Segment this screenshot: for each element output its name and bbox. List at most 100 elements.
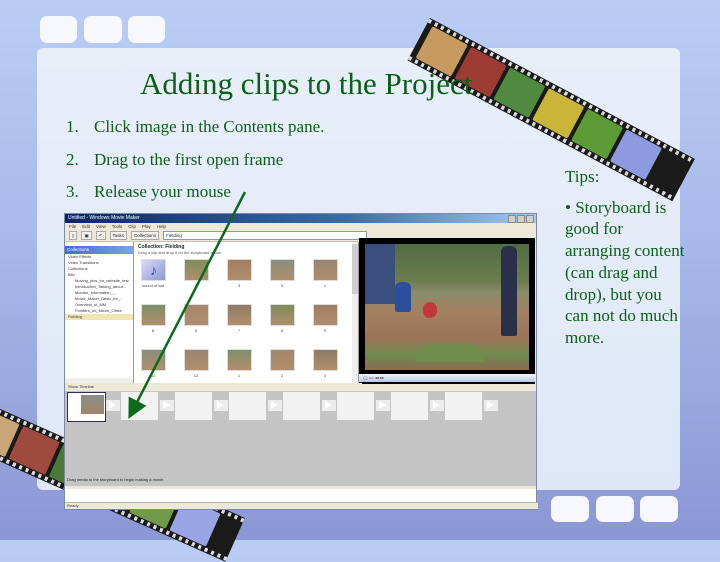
- menu-play[interactable]: Play: [142, 223, 151, 230]
- tips-box: Tips: • Storyboard is good for arranging…: [565, 166, 685, 349]
- contents-subheading: Drag a clip and drop it on the storyboar…: [138, 250, 222, 255]
- contents-pane: Collection: Fielding Drag a clip and dro…: [134, 242, 359, 390]
- clip-thumbnail[interactable]: 3: [263, 256, 306, 301]
- undo-icon[interactable]: ↶: [95, 231, 106, 240]
- collections-heading: Collections: [65, 246, 133, 254]
- decor-square: [551, 496, 589, 522]
- clip-thumbnail[interactable]: 9: [306, 301, 349, 346]
- storyboard-frame-empty[interactable]: [175, 392, 212, 420]
- clip-thumbnail[interactable]: ♪ sound of bat: [134, 256, 177, 301]
- clip-image: [227, 304, 252, 326]
- clip-image: [184, 259, 209, 281]
- new-project-icon[interactable]: ▯: [69, 231, 78, 240]
- preview-fence: [365, 244, 395, 304]
- save-icon[interactable]: ▣: [81, 231, 92, 240]
- storyboard-frame-filled[interactable]: [67, 392, 106, 422]
- clip-thumbnail[interactable]: 2: [177, 256, 220, 301]
- menu-help[interactable]: Help: [157, 223, 166, 230]
- tips-heading: Tips:: [565, 167, 600, 186]
- clip-caption: 3: [280, 283, 284, 288]
- clip-image: [313, 304, 338, 326]
- preview-catcher: [395, 282, 411, 312]
- clip-image: [184, 349, 209, 371]
- clip-image: [141, 349, 166, 371]
- menu-tools[interactable]: Tools: [112, 223, 123, 230]
- storyboard-frame-empty[interactable]: [229, 392, 266, 420]
- clip-thumbnail[interactable]: 8: [263, 301, 306, 346]
- window-titlebar: Untitled - Windows Movie Maker: [65, 214, 536, 223]
- menu-edit[interactable]: Edit: [82, 223, 90, 230]
- menu-file[interactable]: File: [69, 223, 76, 230]
- clip-thumbnail[interactable]: 3: [220, 256, 263, 301]
- clip-thumbnail[interactable]: 1: [306, 256, 349, 301]
- decor-square: [84, 16, 122, 43]
- clip-caption: 12: [193, 373, 199, 378]
- decor-square: [128, 16, 165, 43]
- decor-square: [596, 496, 634, 522]
- clip-caption: 4: [323, 373, 327, 378]
- clip-image: [313, 259, 338, 281]
- clip-caption: 1: [323, 283, 327, 288]
- step-item: 3. Release your mouse: [66, 182, 231, 201]
- clip-caption: 3: [237, 283, 241, 288]
- collection-select[interactable]: Fielding: [163, 231, 368, 240]
- transition-slot-icon[interactable]: [484, 400, 498, 411]
- clip-grid: ♪ sound of bat 2 3 3 1 8 6 7 8 9 11 12 1 2 4: [134, 256, 350, 391]
- preview-seekbar[interactable]: ◯ ◃ ▹ ◂◂ ▸▸: [359, 374, 535, 382]
- clip-caption: 2: [280, 373, 284, 378]
- preview-grass: [415, 344, 485, 362]
- collections-pane: Collections Video Effects Video Transiti…: [65, 242, 134, 390]
- clip-thumbnail[interactable]: 7: [220, 301, 263, 346]
- collection-item-selected[interactable]: Fielding: [65, 314, 133, 320]
- transition-slot-icon[interactable]: [160, 400, 174, 411]
- clip-caption: 9: [323, 328, 327, 333]
- minimize-icon[interactable]: [508, 215, 516, 223]
- storyboard-frame-empty[interactable]: [283, 392, 320, 420]
- movie-maker-window: Untitled - Windows Movie Maker File Edit…: [64, 213, 538, 510]
- collections-button[interactable]: Collections: [131, 231, 160, 240]
- storyboard-frame-empty[interactable]: [337, 392, 374, 420]
- transition-slot-icon[interactable]: [268, 400, 282, 411]
- transition-slot-icon[interactable]: [376, 400, 390, 411]
- menu-clip[interactable]: Clip: [128, 223, 136, 230]
- tasks-button[interactable]: Tasks: [109, 231, 128, 240]
- timeline-area: [65, 489, 536, 503]
- clip-caption: 8: [280, 328, 284, 333]
- clip-thumbnail[interactable]: 8: [134, 301, 177, 346]
- clip-image: [227, 259, 252, 281]
- step-item: 2. Drag to the first open frame: [66, 149, 284, 169]
- decor-square: [640, 496, 678, 522]
- decor-square: [40, 16, 77, 43]
- clip-image: [270, 304, 295, 326]
- window-title: Untitled - Windows Movie Maker: [68, 215, 140, 221]
- steps-list: 1. Click image in the Contents pane. 2. Dr…: [66, 117, 324, 215]
- clip-caption: 2: [194, 283, 198, 288]
- audio-clip-icon: ♪: [141, 259, 166, 281]
- clip-caption: 7: [237, 328, 241, 333]
- clip-image: [227, 349, 252, 371]
- scrollbar-thumb[interactable]: [352, 244, 358, 294]
- transition-slot-icon[interactable]: [322, 400, 336, 411]
- window-controls: [508, 215, 534, 223]
- clip-caption: 6: [194, 328, 198, 333]
- menu-view[interactable]: View: [96, 223, 106, 230]
- transition-slot-icon[interactable]: [106, 400, 120, 411]
- contents-heading: Collection: Fielding: [138, 244, 185, 250]
- clip-image: [141, 304, 166, 326]
- clip-image: [270, 259, 295, 281]
- transition-slot-icon[interactable]: [430, 400, 444, 411]
- clip-thumbnail[interactable]: 6: [177, 301, 220, 346]
- contents-scrollbar[interactable]: [352, 242, 358, 390]
- slide-title: Adding clips to the Project: [140, 66, 473, 101]
- close-icon[interactable]: [526, 215, 534, 223]
- transition-slot-icon[interactable]: [214, 400, 228, 411]
- clip-image: [270, 349, 295, 371]
- storyboard-frame-empty[interactable]: [445, 392, 482, 420]
- storyboard-frame-empty[interactable]: [391, 392, 428, 420]
- show-timeline-button[interactable]: Show Timeline: [68, 384, 94, 389]
- storyboard-frame-empty[interactable]: [121, 392, 158, 420]
- clip-caption: 11: [150, 373, 156, 378]
- storyboard[interactable]: Drag media to the storyboard to begin ma…: [65, 391, 536, 486]
- clip-caption: 1: [237, 373, 241, 378]
- maximize-icon[interactable]: [517, 215, 525, 223]
